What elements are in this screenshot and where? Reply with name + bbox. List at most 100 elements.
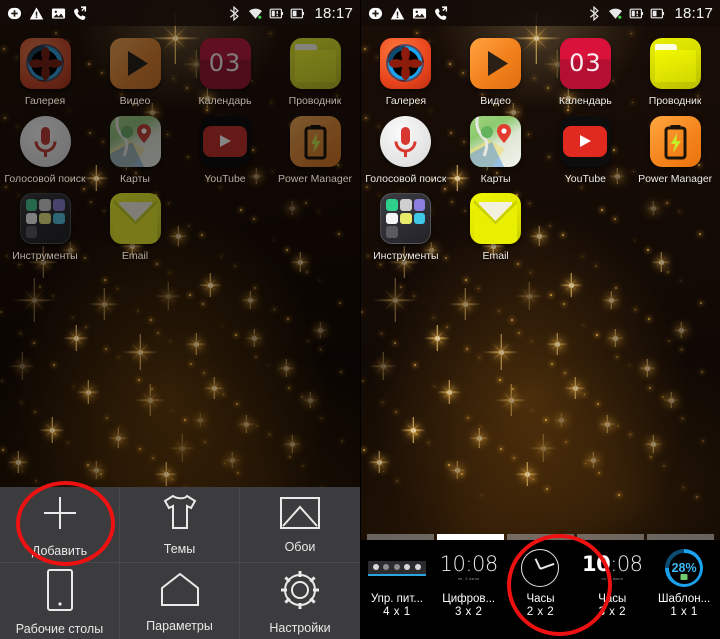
widget-digital-clock-thin[interactable]: 10:08 пн, 3 июня Цифров... 3 x 2	[433, 540, 505, 639]
status-bar-left: 18:17	[0, 0, 360, 26]
dual-screenshot: 18:17 Галерея Видео 03 Календарь Проводн…	[0, 0, 720, 639]
app-calendar[interactable]: 03 Календарь	[180, 30, 270, 108]
app-label: Карты	[120, 173, 150, 185]
app-label: Календарь	[198, 96, 252, 107]
app-label: Видео	[119, 96, 151, 107]
menu-item-add[interactable]: Добавить	[0, 487, 120, 563]
battery-ring-thumb: 28%	[648, 546, 720, 590]
widget-digital-clock-bold[interactable]: 10:08 пн, 3 июня Часы 3 x 2	[576, 540, 648, 639]
wifi-icon	[609, 8, 623, 19]
battery-icon	[651, 8, 665, 18]
app-video[interactable]: Видео	[90, 30, 180, 108]
app-empty	[270, 185, 360, 263]
sim-alert-icon	[270, 8, 284, 18]
app-voice-search[interactable]: Голосовой поиск	[0, 108, 90, 186]
app-email[interactable]: Email	[90, 185, 180, 263]
app-explorer[interactable]: Проводник	[630, 30, 720, 108]
app-label: Инструменты	[12, 251, 78, 263]
widget-size: 4 x 1	[383, 606, 411, 618]
widget-size: 1 x 1	[670, 606, 698, 618]
app-label: Email	[482, 251, 509, 263]
plus-icon	[43, 497, 76, 529]
app-maps[interactable]: Карты	[451, 108, 541, 186]
app-youtube[interactable]: YouTube	[180, 108, 270, 186]
app-folder-tools[interactable]: Инструменты	[361, 185, 451, 263]
menu-label: Настройки	[269, 620, 331, 635]
analog-clock-thumb	[505, 546, 577, 590]
chip-icon	[680, 574, 688, 580]
youtube-icon	[559, 115, 611, 167]
gallery-icon	[19, 38, 71, 89]
widget-time-min: :08	[610, 552, 643, 577]
calendar-day: 03	[569, 48, 602, 77]
app-row: Инструменты Email	[361, 185, 720, 263]
warning-triangle-icon	[390, 6, 405, 19]
app-label: Галерея	[24, 96, 66, 107]
menu-item-wallpaper[interactable]: Обои	[240, 487, 360, 563]
app-youtube[interactable]: YouTube	[541, 108, 631, 186]
calendar-icon: 03	[199, 38, 251, 89]
app-voice-search[interactable]: Голосовой поиск	[361, 108, 451, 186]
app-label: Карты	[480, 173, 511, 185]
app-grid-right: Галерея Видео 03 Календарь Проводник Гол…	[361, 30, 720, 263]
app-maps[interactable]: Карты	[90, 108, 180, 186]
widget-picker-tray: Упр. пит... 4 x 1 10:08 пн, 3 июня Цифро…	[361, 540, 720, 639]
app-empty	[180, 185, 270, 263]
app-grid-left: Галерея Видео 03 Календарь Проводник Гол…	[0, 30, 360, 263]
app-explorer[interactable]: Проводник	[270, 30, 360, 108]
app-row: Голосовой поиск Карты YouTube Power Mana…	[361, 108, 720, 186]
app-label: Power Manager	[277, 173, 353, 185]
app-email[interactable]: Email	[451, 185, 541, 263]
missed-call-icon	[435, 5, 448, 20]
power-control-bar-thumb	[361, 546, 433, 590]
app-label: YouTube	[204, 173, 246, 185]
widget-analog-clock[interactable]: Часы 2 x 2	[505, 540, 577, 639]
sim-alert-icon	[630, 8, 644, 18]
digital-clock-thin-thumb: 10:08 пн, 3 июня	[433, 546, 505, 590]
widget-name: Часы	[526, 593, 555, 605]
app-label: Power Manager	[638, 173, 713, 185]
home-options-menu: Добавить Темы Обои Рабочие столы Парамет…	[0, 487, 360, 639]
widget-date: пн, 3 июня	[457, 577, 480, 582]
menu-item-themes[interactable]: Темы	[120, 487, 240, 563]
missed-call-icon	[74, 5, 87, 20]
phone-screen-icon	[46, 568, 73, 611]
app-label: Email	[121, 251, 149, 263]
app-folder-tools[interactable]: Инструменты	[0, 185, 90, 263]
app-row: Галерея Видео 03 Календарь Проводник	[0, 30, 360, 108]
calendar-icon: 03	[559, 38, 611, 89]
status-left-icons	[368, 5, 449, 21]
app-label: Проводник	[288, 96, 342, 107]
app-label: YouTube	[564, 173, 606, 185]
widget-name: Часы	[598, 593, 627, 605]
add-circle-icon	[368, 7, 383, 19]
status-right-icons: 18:17	[587, 5, 713, 22]
menu-item-parameters[interactable]: Параметры	[120, 563, 240, 639]
gear-icon	[281, 570, 319, 609]
app-video[interactable]: Видео	[451, 30, 541, 108]
widget-power-control[interactable]: Упр. пит... 4 x 1	[361, 540, 433, 639]
image-icon	[51, 7, 66, 19]
widget-size: 2 x 2	[526, 606, 555, 618]
widget-name: Шаблон...	[657, 593, 711, 605]
app-gallery[interactable]: Галерея	[0, 30, 90, 108]
bluetooth-icon	[590, 5, 600, 21]
voice-search-icon	[380, 115, 432, 167]
power-manager-icon	[289, 115, 341, 167]
tools-folder-icon	[380, 193, 432, 245]
app-power-manager[interactable]: Power Manager	[630, 108, 720, 186]
menu-label: Добавить	[31, 544, 88, 558]
widget-date: пн, 3 июня	[601, 577, 624, 582]
app-label: Инструменты	[373, 251, 439, 263]
menu-item-settings[interactable]: Настройки	[240, 563, 360, 639]
widget-battery-ring[interactable]: 28% Шаблон... 1 x 1	[648, 540, 720, 639]
app-label: Проводник	[648, 96, 702, 107]
app-power-manager[interactable]: Power Manager	[270, 108, 360, 186]
app-calendar[interactable]: 03 Календарь	[541, 30, 631, 108]
menu-item-desktops[interactable]: Рабочие столы	[0, 563, 120, 639]
widget-time-hour: 10	[582, 552, 611, 577]
file-explorer-icon	[649, 38, 701, 89]
image-icon	[412, 7, 427, 19]
email-icon	[109, 193, 161, 245]
app-gallery[interactable]: Галерея	[361, 30, 451, 108]
